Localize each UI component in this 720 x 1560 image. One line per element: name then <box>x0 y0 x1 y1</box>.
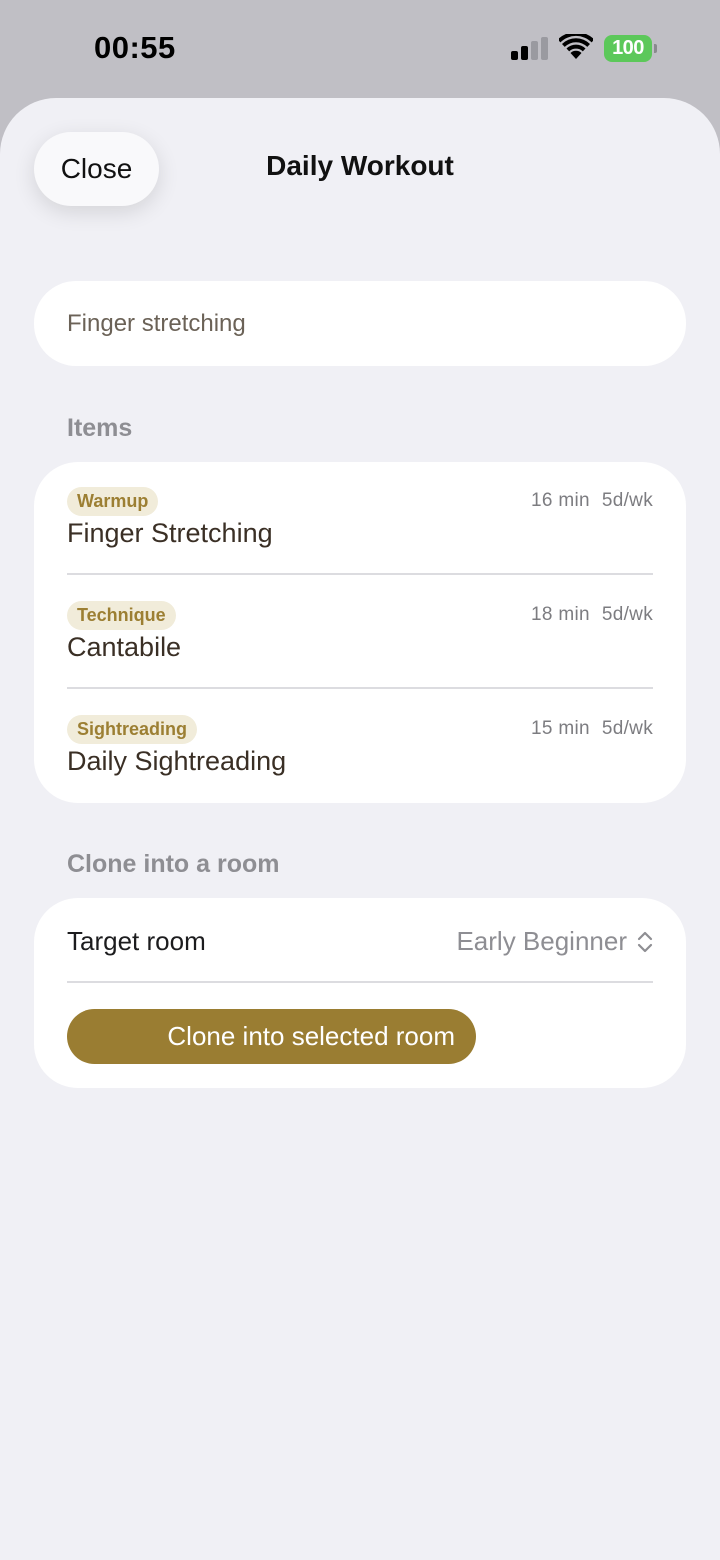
item-duration: 15 min <box>531 718 590 739</box>
selected-room-value: Early Beginner <box>456 926 627 956</box>
items-section-header: Items <box>67 414 133 442</box>
item-frequency: 5d/wk <box>601 718 653 739</box>
category-tag: Sightreading <box>67 715 198 744</box>
item-title: Daily Sightreading <box>67 746 287 776</box>
item-frequency: 5d/wk <box>601 490 653 511</box>
target-room-label: Target room <box>67 926 206 956</box>
chevron-up-down-icon <box>637 931 653 952</box>
status-time: 00:55 <box>94 30 176 65</box>
item-frequency: 5d/wk <box>601 604 653 625</box>
divider <box>67 573 653 575</box>
clone-section-header: Clone into a room <box>67 850 280 878</box>
item-meta: 16 min 5d/wk <box>531 490 653 512</box>
item-title: Finger Stretching <box>67 518 273 548</box>
list-item[interactable]: Sightreading Daily Sightreading 15 min 5d… <box>67 690 653 804</box>
battery-icon: 100 <box>604 35 657 62</box>
workout-sheet: Daily Workout Close Finger stretching It… <box>0 98 720 1560</box>
workout-name-field[interactable]: Finger stretching <box>34 281 686 366</box>
divider <box>67 687 653 689</box>
items-list: Warmup Finger Stretching 16 min 5d/wk Tec… <box>34 462 686 803</box>
category-tag: Technique <box>67 601 176 630</box>
clone-into-room-button[interactable]: Clone into selected room <box>67 1009 476 1064</box>
room-picker[interactable]: Early Beginner <box>456 926 653 957</box>
item-meta: 18 min 5d/wk <box>531 604 653 626</box>
wifi-icon <box>559 34 593 59</box>
item-duration: 18 min <box>531 604 590 625</box>
battery-level: 100 <box>604 35 652 62</box>
item-meta: 15 min 5d/wk <box>531 718 653 740</box>
battery-cap <box>654 44 657 53</box>
cellular-signal-icon <box>511 37 548 60</box>
divider <box>67 981 653 983</box>
close-button[interactable]: Close <box>34 132 159 206</box>
clone-card: Target room Early Beginner Clone into se… <box>34 898 686 1088</box>
category-tag: Warmup <box>67 487 159 516</box>
status-bar: 00:55 100 <box>0 0 720 98</box>
list-item[interactable]: Technique Cantabile 18 min 5d/wk <box>67 576 653 690</box>
item-title: Cantabile <box>67 632 182 662</box>
item-duration: 16 min <box>531 490 590 511</box>
list-item[interactable]: Warmup Finger Stretching 16 min 5d/wk <box>67 462 653 576</box>
